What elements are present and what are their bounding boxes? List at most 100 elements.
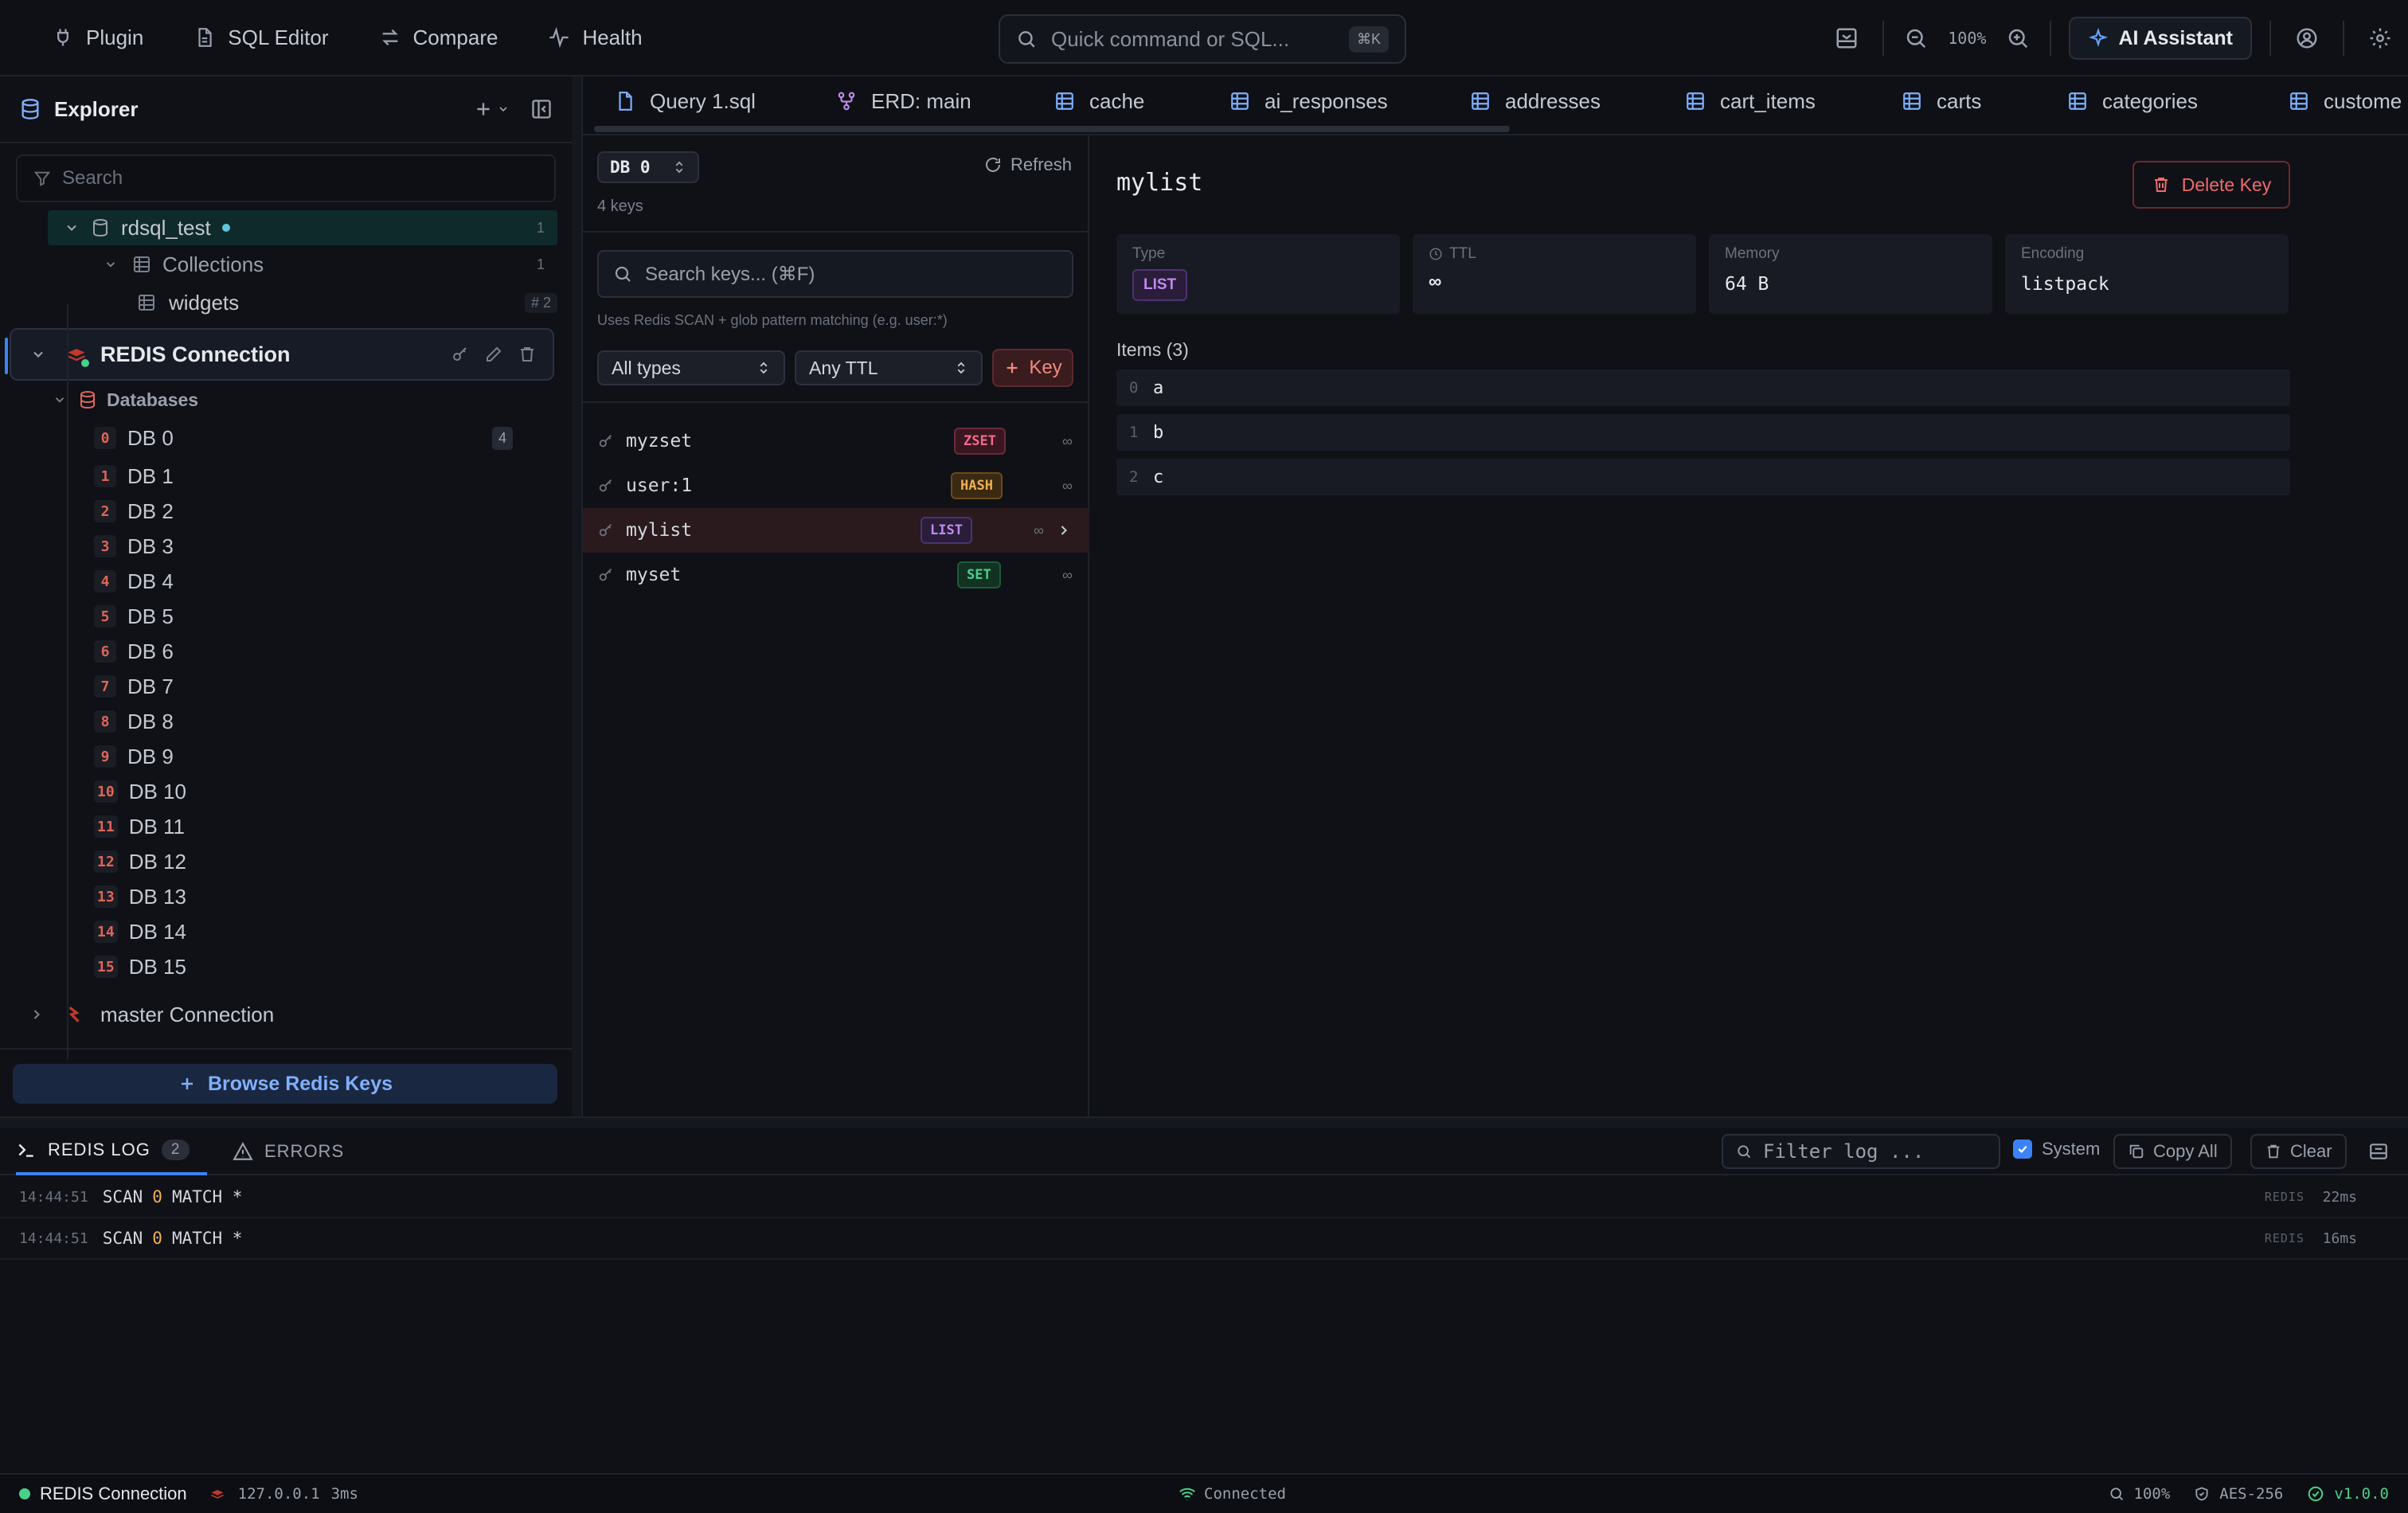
tab-carts[interactable]: carts: [1902, 76, 1981, 126]
log-duration: 22ms: [2322, 1188, 2357, 1206]
redis-connection-row[interactable]: REDIS Connection: [5, 328, 554, 381]
list-item[interactable]: 2c: [1116, 459, 2290, 495]
sidebar-item-db-1[interactable]: 1 DB 1: [94, 459, 513, 494]
separator: [2343, 21, 2344, 56]
delete-key-button[interactable]: Delete Key: [2132, 161, 2290, 209]
zoom-in-button[interactable]: [1994, 0, 2042, 76]
status-connected: Connected: [1179, 1485, 1286, 1503]
collections-row[interactable]: Collections 1: [104, 247, 557, 282]
collection-item-widgets[interactable]: widgets # 2: [137, 285, 557, 320]
db-index-badge: 11: [94, 815, 118, 838]
ttl-filter-select[interactable]: Any TTL: [795, 350, 983, 385]
sidebar-item-db-4[interactable]: 4 DB 4: [94, 564, 513, 599]
tab-addresses[interactable]: addresses: [1470, 76, 1601, 126]
edit-icon[interactable]: [484, 345, 503, 364]
item-index: 2: [1129, 468, 1139, 486]
key-row[interactable]: user:1 HASH ∞: [583, 463, 1089, 508]
sidebar-item-db-9[interactable]: 9 DB 9: [94, 739, 513, 774]
log-resize-handle[interactable]: [0, 1116, 2408, 1128]
table-icon: [1902, 91, 1922, 111]
tab-erd-main[interactable]: ERD: main: [836, 76, 971, 126]
refresh-icon: [983, 155, 1003, 174]
key-row[interactable]: myzset ZSET ∞: [583, 419, 1089, 463]
sidebar-item-db-7[interactable]: 7 DB 7: [94, 669, 513, 704]
zoom-out-button[interactable]: [1892, 0, 1940, 76]
add-key-button[interactable]: Key: [992, 349, 1073, 387]
tab-ai-responses[interactable]: ai_responses: [1229, 76, 1388, 126]
nav-plugin-label: Plugin: [86, 25, 144, 49]
table-icon: [1685, 91, 1706, 111]
collapse-log-button[interactable]: [2360, 1134, 2397, 1169]
nav-health[interactable]: Health: [525, 14, 664, 61]
panel-toggle-button[interactable]: [1819, 0, 1874, 76]
check-circle-icon: [2307, 1485, 2324, 1503]
sidebar-item-db-14[interactable]: 14 DB 14: [94, 914, 513, 949]
copy-all-button[interactable]: Copy All: [2113, 1134, 2232, 1169]
key-row[interactable]: myset SET ∞: [583, 553, 1089, 597]
system-checkbox[interactable]: System: [2013, 1139, 2100, 1159]
databases-row[interactable]: Databases: [53, 382, 554, 417]
refresh-button[interactable]: Refresh: [983, 154, 1072, 175]
sidebar-item-db-5[interactable]: 5 DB 5: [94, 599, 513, 634]
panel-collapse-icon: [2368, 1141, 2389, 1162]
collapse-sidebar-button[interactable]: [530, 98, 553, 120]
key-icon[interactable]: [451, 345, 470, 364]
tab-redis-log[interactable]: REDIS LOG 2: [16, 1128, 208, 1175]
refresh-label: Refresh: [1010, 154, 1072, 174]
log-filter-input[interactable]: Filter log ...: [1722, 1134, 2000, 1169]
tab-custome[interactable]: custome: [2289, 76, 2402, 126]
sidebar-item-db-2[interactable]: 2 DB 2: [94, 494, 513, 529]
sidebar-item-db-8[interactable]: 8 DB 8: [94, 704, 513, 739]
sidebar-item-db-15[interactable]: 15 DB 15: [94, 949, 513, 984]
list-item[interactable]: 0a: [1116, 369, 2290, 406]
file-icon: [615, 91, 635, 111]
sidebar: Explorer Search rdsql_test 1 Collections…: [0, 76, 572, 1116]
log-line: 14:44:51 SCAN 0 MATCH * REDIS 16ms: [0, 1218, 2408, 1260]
nav-compare-label: Compare: [412, 25, 498, 49]
sidebar-search-input[interactable]: Search: [16, 154, 556, 202]
log-line: 14:44:51 SCAN 0 MATCH * REDIS 22ms: [0, 1177, 2408, 1218]
sidebar-item-db-6[interactable]: 6 DB 6: [94, 634, 513, 669]
nav-plugin[interactable]: Plugin: [29, 14, 166, 61]
chevron-down-icon: [104, 257, 118, 272]
collection-item-count: # 2: [524, 292, 557, 313]
sidebar-item-db-3[interactable]: 3 DB 3: [94, 529, 513, 564]
ai-assistant-button[interactable]: AI Assistant: [2069, 17, 2252, 60]
master-connection-row[interactable]: master Connection: [29, 997, 554, 1032]
add-connection-button[interactable]: [473, 99, 510, 119]
editor-tab-bar: Query 1.sql ERD: main cache ai_responses add…: [583, 76, 2408, 135]
db-label: DB 15: [128, 954, 186, 979]
settings-button[interactable]: [2352, 0, 2408, 76]
browse-redis-keys-button[interactable]: Browse Redis Keys: [13, 1064, 557, 1104]
sidebar-item-db-13[interactable]: 13 DB 13: [94, 879, 513, 914]
tab-cache[interactable]: cache: [1054, 76, 1144, 126]
db-label: DB 10: [128, 779, 186, 803]
tab-errors[interactable]: ERRORS: [233, 1128, 344, 1175]
tab-scrollbar[interactable]: [594, 126, 1510, 132]
trash-icon[interactable]: [518, 345, 537, 364]
table-icon: [132, 255, 151, 274]
tab-query-1-sql[interactable]: Query 1.sql: [615, 76, 756, 126]
clear-button[interactable]: Clear: [2250, 1134, 2347, 1169]
separator: [2269, 21, 2271, 56]
sidebar-item-db-0[interactable]: 0 DB 0 4: [94, 420, 513, 455]
account-button[interactable]: [2279, 0, 2335, 76]
sidebar-item-db-12[interactable]: 12 DB 12: [94, 844, 513, 879]
sidebar-item-db-11[interactable]: 11 DB 11: [94, 809, 513, 844]
nav-sql-editor-label: SQL Editor: [228, 25, 329, 49]
key-search-input[interactable]: Search keys... (⌘F): [597, 250, 1073, 298]
tab-categories[interactable]: categories: [2067, 76, 2198, 126]
type-filter-select[interactable]: All types: [597, 350, 785, 385]
sidebar-resize-handle[interactable]: [572, 76, 583, 1116]
separator: [2050, 21, 2052, 56]
nav-compare[interactable]: Compare: [356, 14, 521, 61]
schema-row[interactable]: rdsql_test 1: [48, 210, 557, 245]
tab-cart-items[interactable]: cart_items: [1685, 76, 1816, 126]
key-row[interactable]: mylist LIST ∞: [583, 508, 1089, 553]
nav-sql-editor[interactable]: SQL Editor: [170, 14, 350, 61]
quick-command-input[interactable]: Quick command or SQL... ⌘K: [999, 14, 1406, 64]
db-selector[interactable]: DB 0: [597, 151, 699, 183]
sidebar-item-db-10[interactable]: 10 DB 10: [94, 774, 513, 809]
tab-label: Query 1.sql: [650, 88, 756, 113]
list-item[interactable]: 1b: [1116, 414, 2290, 451]
